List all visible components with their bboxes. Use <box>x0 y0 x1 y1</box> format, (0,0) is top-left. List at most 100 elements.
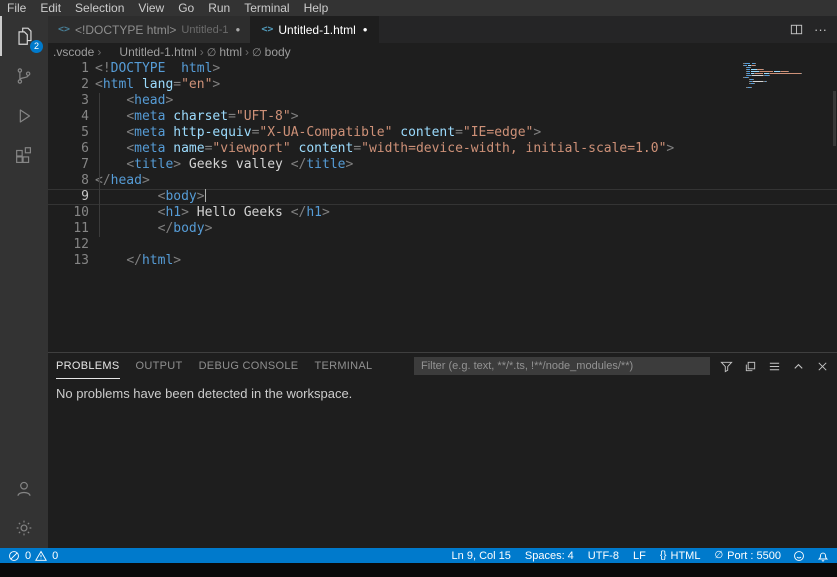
panel-actions <box>720 360 829 373</box>
cursor-caret <box>205 189 206 202</box>
modified-dot-icon[interactable]: ● <box>363 25 368 34</box>
close-panel-icon[interactable] <box>816 360 829 373</box>
status-right-items: Ln 9, Col 15 Spaces: 4 UTF-8 LF {} HTML ∅Port … <box>452 550 781 562</box>
breadcrumb-item[interactable]: ∅body <box>252 45 291 59</box>
breadcrumb-item[interactable]: .vscode <box>53 45 94 59</box>
line-content: <meta charset="UFT-8"> <box>95 109 299 125</box>
activity-source-control[interactable] <box>0 56 48 96</box>
breadcrumb-separator: › <box>97 45 101 59</box>
status-html[interactable]: {} HTML <box>660 550 701 562</box>
line-number: 2 <box>48 77 95 93</box>
run-debug-icon <box>13 105 35 127</box>
panel-tab-problems[interactable]: PROBLEMS <box>56 353 120 379</box>
more-actions-icon[interactable]: ··· <box>814 22 827 37</box>
activity-account[interactable] <box>0 468 48 508</box>
code-editor[interactable]: 1<!DOCTYPE html>2<html lang="en">3 <head… <box>48 61 837 352</box>
status-label: UTF-8 <box>588 550 619 562</box>
line-content: <h1> Hello Geeks </h1> <box>95 205 330 221</box>
breadcrumb-item[interactable]: ∅html <box>207 45 242 59</box>
menu-terminal[interactable]: Terminal <box>237 0 296 16</box>
line-content: </head> <box>95 173 150 189</box>
tab-label: Untitled-1.html <box>278 23 355 37</box>
code-line: 4 <meta charset="UFT-8"> <box>48 109 837 125</box>
activity-explorer[interactable]: 2 <box>0 16 48 56</box>
notifications-bell-icon[interactable] <box>817 550 829 562</box>
activity-run-debug[interactable] <box>0 96 48 136</box>
activity-extensions[interactable] <box>0 136 48 176</box>
account-icon <box>13 477 35 499</box>
line-content: </body> <box>95 221 212 237</box>
code-line: 11 </body> <box>48 221 837 237</box>
breadcrumb: .vscode›<>Untitled-1.html›∅html›∅body <box>48 43 837 61</box>
menu-run[interactable]: Run <box>201 0 237 16</box>
split-editor-icon[interactable] <box>789 22 804 37</box>
tab-2[interactable]: <>Untitled-1.html● <box>251 16 378 43</box>
gear-icon <box>13 517 35 539</box>
activity-settings[interactable] <box>0 508 48 548</box>
views-menu-icon[interactable] <box>768 360 781 373</box>
problems-status[interactable]: 0 0 <box>8 550 58 562</box>
line-number: 9 <box>48 189 95 205</box>
filter-icon[interactable] <box>720 360 733 373</box>
code-line: 3 <head> <box>48 93 837 109</box>
line-number: 8 <box>48 173 95 189</box>
menu-edit[interactable]: Edit <box>33 0 68 16</box>
code-line: 9 <body> <box>48 189 837 205</box>
menu-bar: FileEditSelectionViewGoRunTerminalHelp <box>0 0 837 16</box>
line-number: 4 <box>48 109 95 125</box>
line-number: 5 <box>48 125 95 141</box>
modified-dot-icon[interactable]: ● <box>236 25 241 34</box>
maximize-panel-icon[interactable] <box>792 360 805 373</box>
panel-tab-debug-console[interactable]: DEBUG CONSOLE <box>199 353 299 379</box>
problems-filter-input[interactable] <box>414 357 710 375</box>
panel-tab-terminal[interactable]: TERMINAL <box>314 353 372 379</box>
symbol-element-icon: ∅ <box>252 46 262 59</box>
code-line: 8</head> <box>48 173 837 189</box>
line-number: 11 <box>48 221 95 237</box>
editor-scrollbar[interactable] <box>833 91 836 146</box>
status-spaces-4[interactable]: Spaces: 4 <box>525 550 574 562</box>
status-label: HTML <box>671 550 701 562</box>
feedback-icon[interactable] <box>793 550 805 562</box>
status-label: LF <box>633 550 646 562</box>
line-number: 1 <box>48 61 95 77</box>
code-line: 6 <meta name="viewport" content="width=d… <box>48 141 837 157</box>
line-number: 6 <box>48 141 95 157</box>
line-content: <meta http-equiv="X-UA-Compatible" conte… <box>95 125 541 141</box>
menu-go[interactable]: Go <box>171 0 201 16</box>
panel-tabs: PROBLEMS OUTPUT DEBUG CONSOLE TERMINAL <box>56 353 388 379</box>
editor-actions: ··· <box>779 16 837 43</box>
menu-file[interactable]: File <box>0 0 33 16</box>
status-utf-8[interactable]: UTF-8 <box>588 550 619 562</box>
line-number: 10 <box>48 205 95 221</box>
line-content: </html> <box>95 253 181 269</box>
breadcrumb-label: Untitled-1.html <box>119 45 196 59</box>
status-label: Spaces: 4 <box>525 550 574 562</box>
line-content: <!DOCTYPE html> <box>95 61 220 77</box>
menu-help[interactable]: Help <box>297 0 336 16</box>
panel-tab-output[interactable]: OUTPUT <box>136 353 183 379</box>
menu-selection[interactable]: Selection <box>68 0 131 16</box>
status-port-5500[interactable]: ∅Port : 5500 <box>714 550 781 562</box>
menu-view[interactable]: View <box>131 0 171 16</box>
status-ln-9-col-15[interactable]: Ln 9, Col 15 <box>452 550 511 562</box>
status-lf[interactable]: LF <box>633 550 646 562</box>
html-file-icon: <> <box>58 24 70 35</box>
code-line: 13 </html> <box>48 253 837 269</box>
code-line: 10 <h1> Hello Geeks </h1> <box>48 205 837 221</box>
status-bar: 0 0 Ln 9, Col 15 Spaces: 4 UTF-8 LF {} HTML ∅P… <box>0 548 837 563</box>
code-line: 7 <title> Geeks valley </title> <box>48 157 837 173</box>
minimap[interactable] <box>743 63 831 89</box>
line-number: 3 <box>48 93 95 109</box>
problems-message: No problems have been detected in the wo… <box>48 379 837 401</box>
braces-icon: {} <box>660 550 667 561</box>
warnings-icon <box>35 550 47 562</box>
explorer-badge: 2 <box>30 40 43 53</box>
indent-guide <box>99 93 100 237</box>
line-number: 13 <box>48 253 95 269</box>
open-in-editor-icon[interactable] <box>744 360 757 373</box>
symbol-element-icon: ∅ <box>207 46 217 59</box>
errors-icon <box>8 550 20 562</box>
breadcrumb-label: .vscode <box>53 45 94 59</box>
status-label: Port : 5500 <box>727 550 781 562</box>
